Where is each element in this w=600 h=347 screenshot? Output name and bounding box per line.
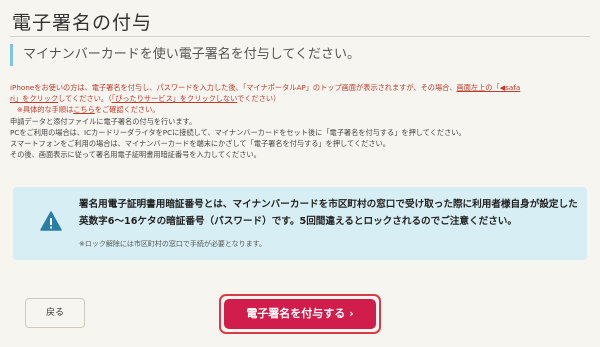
safari-link[interactable]: 画面左上の「◀safa xyxy=(457,83,521,92)
instruction-line-2: ri」をクリックしてください。（「ぴったりサービス」をクリックしないでください） xyxy=(10,93,590,104)
instruction-text: iPhoneをお使いの方は、電子署名を付与し、パスワードを入力した後、「マイナポ… xyxy=(10,83,457,92)
add-signature-button[interactable]: 電子署名を付与する › xyxy=(224,299,376,329)
instruction-text: をご確認ください。 xyxy=(94,105,160,115)
safari-link-cont[interactable]: ri」をクリック xyxy=(10,94,58,103)
instruction-line-4: 申請データと添付ファイルに電子署名の付与を行います。 xyxy=(10,116,197,126)
pittari-link[interactable]: 「ぴったりサービス」をクリックしない xyxy=(112,94,238,103)
instruction-line-6: スマートフォンをご利用の場合は、マイナンバーカードを端末にかざして「電子署名を付… xyxy=(10,139,390,149)
instructions: iPhoneをお使いの方は、電子署名を付与し、パスワードを入力した後、「マイナポ… xyxy=(10,82,590,160)
warning-icon xyxy=(40,210,62,232)
back-button[interactable]: 戻る xyxy=(25,298,85,328)
instruction-line-1: iPhoneをお使いの方は、電子署名を付与し、パスワードを入力した後、「マイナポ… xyxy=(10,82,590,93)
notice-footnote: ※ロック解除には市区町村の窓口で手続が必要となります。 xyxy=(79,240,266,248)
instruction-text: してください。（ xyxy=(58,94,112,104)
page-title: 電子署名の付与 xyxy=(12,12,153,34)
notice-text: 署名用電子証明書用暗証番号とは、マイナンバーカードを市区町村の窓口で受け取った際… xyxy=(79,199,578,227)
title-divider xyxy=(10,36,590,37)
instruction-line-5: PCをご利用の場合は、ICカードリーダライタをPCに接続して、マイナンバーカード… xyxy=(10,127,466,137)
instruction-line-3: ※具体的な手順はこちらをご確認ください。 xyxy=(10,104,590,115)
instruction-text: でください） xyxy=(237,94,281,104)
pin-notice-box: 署名用電子証明書用暗証番号とは、マイナンバーカードを市区町村の窓口で受け取った際… xyxy=(13,187,587,260)
procedure-link[interactable]: こちら xyxy=(73,105,95,114)
page-subhead: マイナンバーカードを使い電子署名を付与してください。 xyxy=(10,44,588,66)
instruction-line-7: その後、画面表示に従って署名用電子証明書用暗証番号を入力してください。 xyxy=(10,150,261,160)
instruction-text: ※具体的な手順は xyxy=(16,105,74,115)
